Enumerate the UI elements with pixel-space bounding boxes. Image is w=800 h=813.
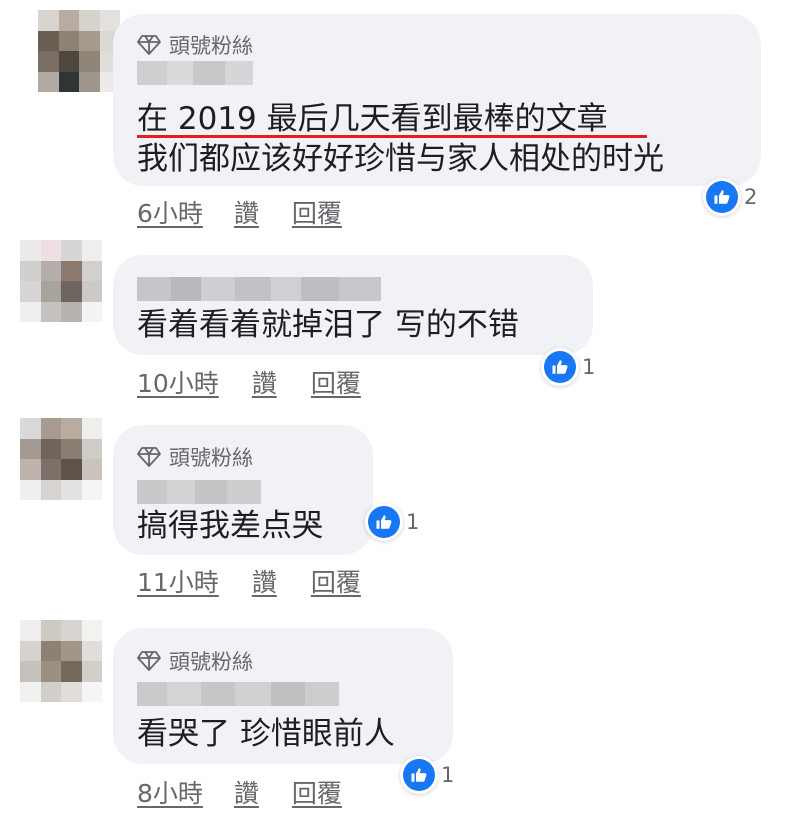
reaction-count[interactable]: 2 [706, 181, 757, 213]
reaction-count[interactable]: 1 [368, 506, 419, 538]
reply-button[interactable]: 回覆 [292, 194, 342, 230]
author-name-blurred[interactable] [137, 61, 253, 85]
avatar[interactable] [38, 10, 120, 92]
badge-label: 頭號粉絲 [169, 446, 253, 470]
diamond-icon [137, 35, 161, 55]
timestamp-link[interactable]: 6小時 [137, 194, 203, 230]
comment-text-line: 搞得我差点哭 [137, 508, 323, 544]
highlight-underline [137, 135, 647, 138]
thumbs-up-icon [368, 506, 400, 538]
like-button[interactable]: 讚 [252, 364, 277, 400]
like-button[interactable]: 讚 [234, 774, 259, 810]
thumbs-up-icon [544, 351, 576, 383]
comment-actions: 6小時 讚 回覆 [137, 194, 342, 230]
comment-list: 頭號粉絲 在 2019 最后几天看到最棒的文章 我们都应该好好珍惜与家人相处的时… [0, 0, 800, 813]
comment-text-line: 看哭了 珍惜眼前人 [137, 716, 395, 752]
reaction-number: 1 [582, 355, 596, 379]
reply-button[interactable]: 回覆 [311, 563, 361, 599]
comment-text-line: 看着看着就掉泪了 写的不错 [137, 307, 519, 343]
reply-button[interactable]: 回覆 [292, 774, 342, 810]
thumbs-up-icon [403, 759, 435, 791]
comment-text-line: 在 2019 最后几天看到最棒的文章 [137, 101, 608, 137]
comment-actions: 8小時 讚 回覆 [137, 774, 342, 810]
author-name-blurred[interactable] [137, 480, 261, 504]
author-name-blurred[interactable] [137, 277, 381, 301]
reaction-number: 1 [406, 510, 420, 534]
top-fan-badge: 頭號粉絲 [137, 442, 253, 472]
timestamp-link[interactable]: 10小時 [137, 364, 219, 400]
timestamp-link[interactable]: 11小時 [137, 563, 219, 599]
like-button[interactable]: 讚 [252, 563, 277, 599]
avatar[interactable] [20, 240, 102, 322]
reaction-number: 2 [744, 185, 758, 209]
reaction-number: 1 [441, 763, 455, 787]
diamond-icon [137, 651, 161, 671]
comment-actions: 10小時 讚 回覆 [137, 364, 361, 400]
reaction-count[interactable]: 1 [403, 759, 454, 791]
avatar[interactable] [20, 620, 102, 702]
avatar[interactable] [20, 418, 102, 500]
like-button[interactable]: 讚 [234, 194, 259, 230]
thumbs-up-icon [706, 181, 738, 213]
timestamp-link[interactable]: 8小時 [137, 774, 203, 810]
reply-button[interactable]: 回覆 [311, 364, 361, 400]
diamond-icon [137, 447, 161, 467]
badge-label: 頭號粉絲 [169, 34, 253, 58]
comment-actions: 11小時 讚 回覆 [137, 563, 361, 599]
reaction-count[interactable]: 1 [544, 351, 595, 383]
top-fan-badge: 頭號粉絲 [137, 30, 253, 60]
top-fan-badge: 頭號粉絲 [137, 646, 253, 676]
comment-text-line: 我们都应该好好珍惜与家人相处的时光 [137, 141, 664, 177]
author-name-blurred[interactable] [137, 682, 339, 706]
badge-label: 頭號粉絲 [169, 650, 253, 674]
